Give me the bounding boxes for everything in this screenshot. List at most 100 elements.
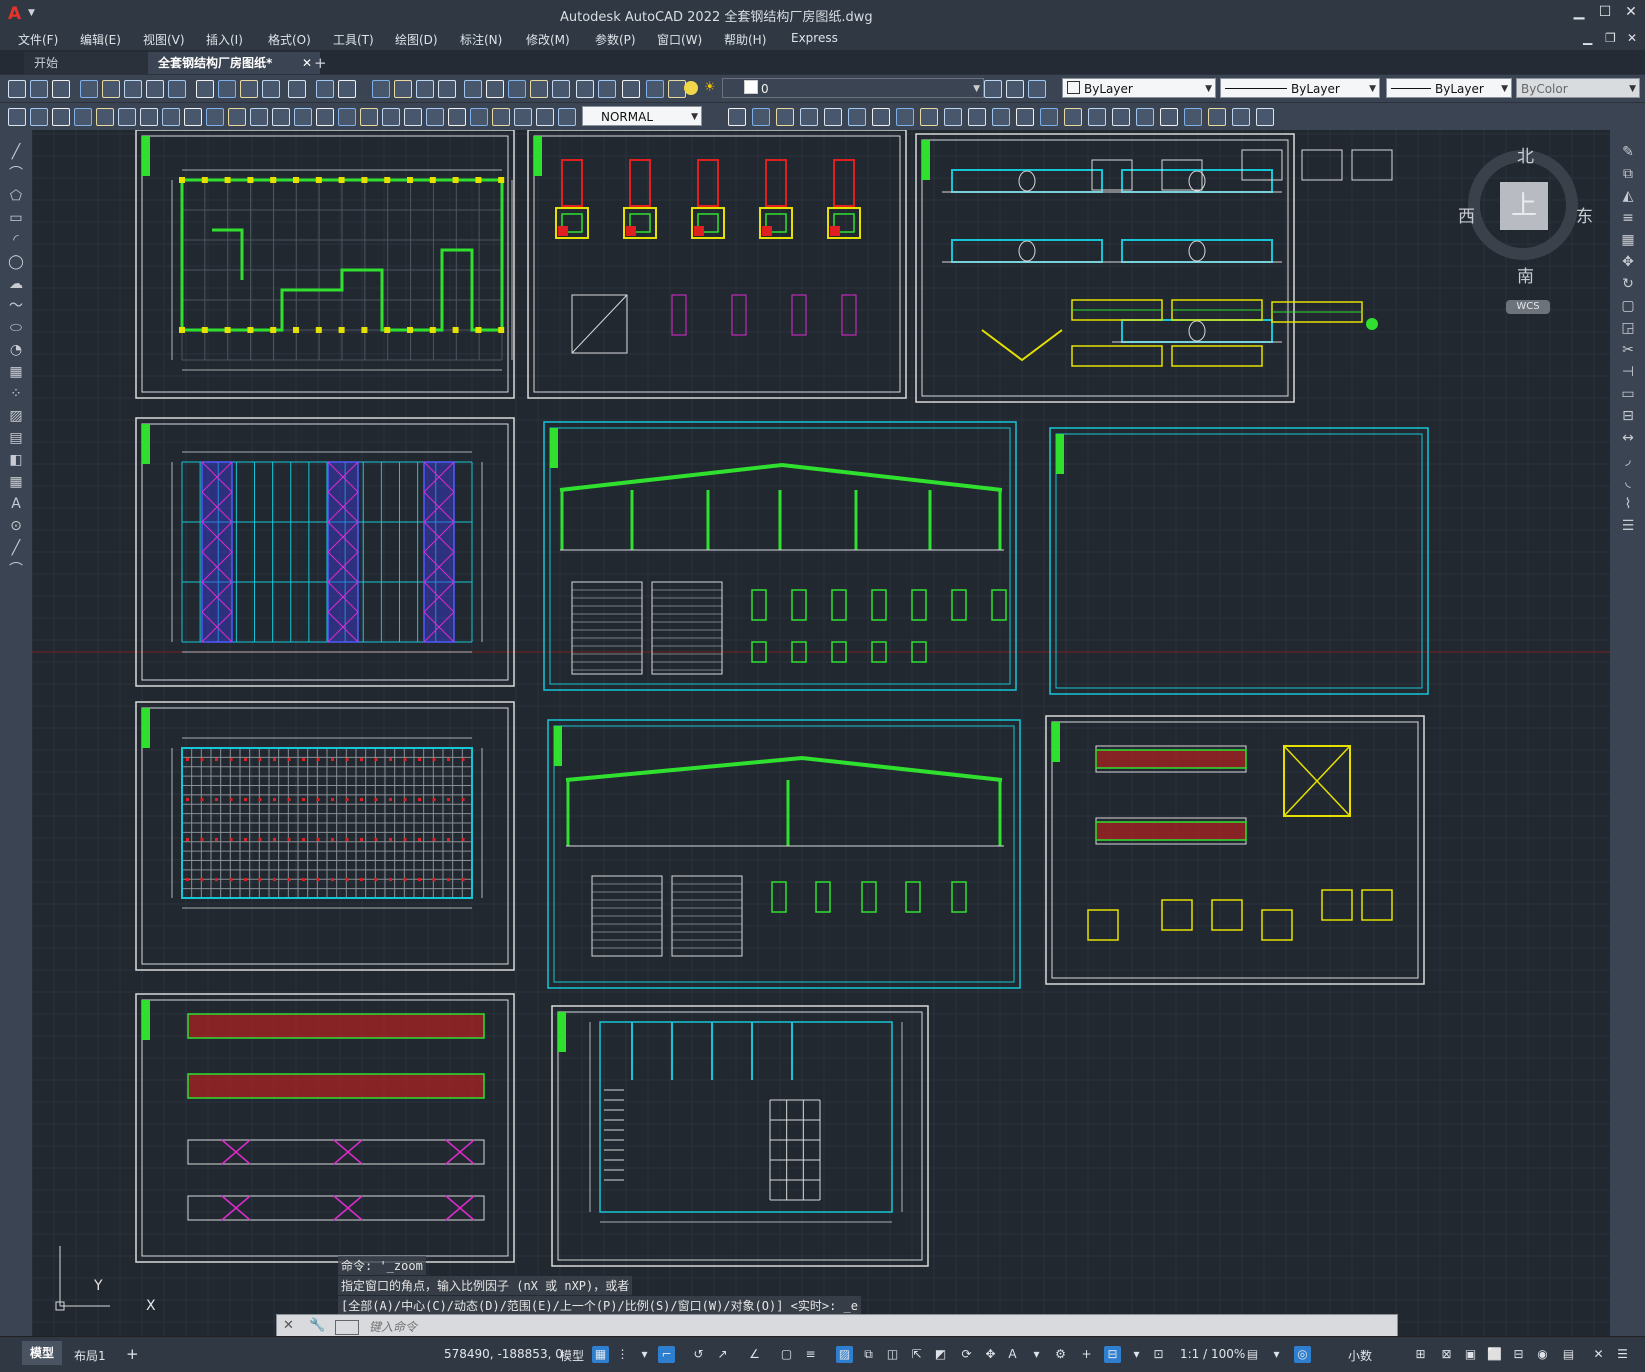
draw-modify-tool-icon-27[interactable] [728,108,746,126]
menu-modify[interactable]: 修改(M) [526,31,570,48]
menu-format[interactable]: 格式(O) [268,31,311,48]
standard-tool-icon-2[interactable] [30,80,48,98]
standard-tool-icon-9[interactable] [196,80,214,98]
draw-modify-tool-icon-12[interactable] [250,108,268,126]
app-menu-caret-icon[interactable]: ▼ [28,8,35,18]
draw-modify-tool-icon-7[interactable] [140,108,158,126]
left-draw-tool-icon-1[interactable]: ╱ [8,144,24,160]
new-tab-button[interactable]: + [314,54,327,72]
tab-close-icon[interactable]: ✕ [302,52,312,74]
viewcube-west[interactable]: 西 [1458,202,1475,227]
left-draw-tool-icon-5[interactable]: ◜ [8,232,24,248]
status-toggle-icon-22[interactable]: ▾ [1128,1346,1145,1363]
layer-dropdown[interactable]: 0 ▼ [722,78,984,98]
right-modify-tool-icon-2[interactable]: ⧉ [1620,166,1636,182]
status-toggle-icon-32[interactable]: ◉ [1534,1346,1551,1363]
menu-draw[interactable]: 绘图(D) [395,31,438,48]
draw-modify-tool-icon-41[interactable] [1064,108,1082,126]
left-draw-tool-icon-7[interactable]: ☁ [8,276,24,292]
draw-modify-tool-icon-1[interactable] [8,108,26,126]
status-toggle-icon-9[interactable]: ≡ [802,1346,819,1363]
status-toggle-icon-13[interactable]: ⇱ [908,1346,925,1363]
standard-tool-icon-16[interactable] [372,80,390,98]
tab-layout1[interactable]: 布局1 [74,1347,106,1364]
viewcube-top-face[interactable]: 上 [1500,182,1548,230]
draw-modify-tool-icon-33[interactable] [872,108,890,126]
left-draw-tool-icon-17[interactable]: A [8,496,24,512]
draw-modify-tool-icon-43[interactable] [1112,108,1130,126]
left-draw-tool-icon-4[interactable]: ▭ [8,210,24,226]
status-toggle-icon-8[interactable]: ▢ [778,1346,795,1363]
draw-modify-tool-icon-17[interactable] [360,108,378,126]
draw-modify-tool-icon-42[interactable] [1088,108,1106,126]
right-modify-tool-icon-15[interactable]: ◞ [1620,452,1636,468]
status-toggle-icon-18[interactable]: ▾ [1028,1346,1045,1363]
standard-tool-icon-4[interactable] [80,80,98,98]
standard-tool-icon-20[interactable] [464,80,482,98]
status-toggle-icon-29[interactable]: ▣ [1462,1346,1479,1363]
standard-tool-icon-19[interactable] [438,80,456,98]
menu-insert[interactable]: 插入(I) [206,31,243,48]
standard-tool-icon-32[interactable] [1028,80,1046,98]
draw-modify-tool-icon-23[interactable] [492,108,510,126]
command-prompt-icon[interactable] [335,1320,359,1335]
status-toggle-icon-35[interactable]: ☰ [1614,1346,1631,1363]
command-customize-icon[interactable]: 🔧 [309,1318,325,1333]
standard-tool-icon-10[interactable] [218,80,236,98]
draw-modify-tool-icon-35[interactable] [920,108,938,126]
draw-modify-tool-icon-13[interactable] [272,108,290,126]
draw-modify-tool-icon-49[interactable] [1256,108,1274,126]
left-draw-tool-icon-3[interactable]: ⬠ [8,188,24,204]
right-modify-tool-icon-17[interactable]: ⌇ [1620,496,1636,512]
draw-modify-tool-icon-37[interactable] [968,108,986,126]
layer-sun-icon[interactable]: ☀ [704,80,718,95]
draw-modify-tool-icon-47[interactable] [1208,108,1226,126]
left-draw-tool-icon-2[interactable]: ⌒ [8,166,24,182]
standard-tool-icon-5[interactable] [102,80,120,98]
draw-modify-tool-icon-11[interactable] [228,108,246,126]
minimize-button[interactable]: ▁ [1568,4,1590,24]
status-toggle-icon-14[interactable]: ◩ [932,1346,949,1363]
units-display[interactable]: 小数 [1348,1347,1372,1364]
draw-modify-tool-icon-21[interactable] [448,108,466,126]
standard-tool-icon-3[interactable] [52,80,70,98]
draw-modify-tool-icon-48[interactable] [1232,108,1250,126]
status-toggle-icon-30[interactable]: ⬜ [1486,1346,1503,1363]
right-modify-tool-icon-9[interactable]: ◲ [1620,320,1636,336]
menu-help[interactable]: 帮助(H) [724,31,766,48]
left-draw-tool-icon-9[interactable]: ⬭ [8,320,24,336]
status-toggle-icon-20[interactable]: + [1078,1346,1095,1363]
status-toggle-icon-24[interactable]: ▤ [1244,1346,1261,1363]
standard-tool-icon-6[interactable] [124,80,142,98]
standard-tool-icon-7[interactable] [146,80,164,98]
standard-tool-icon-31[interactable] [1006,80,1024,98]
viewcube-south[interactable]: 南 [1517,262,1534,287]
standard-tool-icon-12[interactable] [262,80,280,98]
standard-tool-icon-26[interactable] [598,80,616,98]
menu-edit[interactable]: 编辑(E) [80,31,121,48]
draw-modify-tool-icon-28[interactable] [752,108,770,126]
standard-tool-icon-15[interactable] [338,80,356,98]
menu-window[interactable]: 窗口(W) [657,31,702,48]
doc-minimize-button[interactable]: ▁ [1583,31,1592,45]
standard-tool-icon-1[interactable] [8,80,26,98]
draw-modify-tool-icon-46[interactable] [1184,108,1202,126]
status-toggle-icon-21[interactable]: ⊟ [1104,1346,1121,1363]
right-modify-tool-icon-8[interactable]: ▢ [1620,298,1636,314]
left-draw-tool-icon-8[interactable]: 〜 [8,298,24,314]
left-draw-tool-icon-10[interactable]: ◔ [8,342,24,358]
standard-tool-icon-8[interactable] [168,80,186,98]
left-draw-tool-icon-12[interactable]: ⁘ [8,386,24,402]
tab-active-drawing[interactable]: 全套钢结构厂房图纸* ✕ [148,52,320,74]
right-modify-tool-icon-11[interactable]: ⊣ [1620,364,1636,380]
right-modify-tool-icon-18[interactable]: ☰ [1620,518,1636,534]
right-modify-tool-icon-7[interactable]: ↻ [1620,276,1636,292]
draw-modify-tool-icon-15[interactable] [316,108,334,126]
draw-modify-tool-icon-9[interactable] [184,108,202,126]
draw-modify-tool-icon-20[interactable] [426,108,444,126]
text-style-dropdown[interactable]: NORMAL ▼ [582,106,702,126]
left-draw-tool-icon-20[interactable]: ⌒ [8,562,24,578]
draw-modify-tool-icon-44[interactable] [1136,108,1154,126]
draw-modify-tool-icon-25[interactable] [536,108,554,126]
left-draw-tool-icon-14[interactable]: ▤ [8,430,24,446]
